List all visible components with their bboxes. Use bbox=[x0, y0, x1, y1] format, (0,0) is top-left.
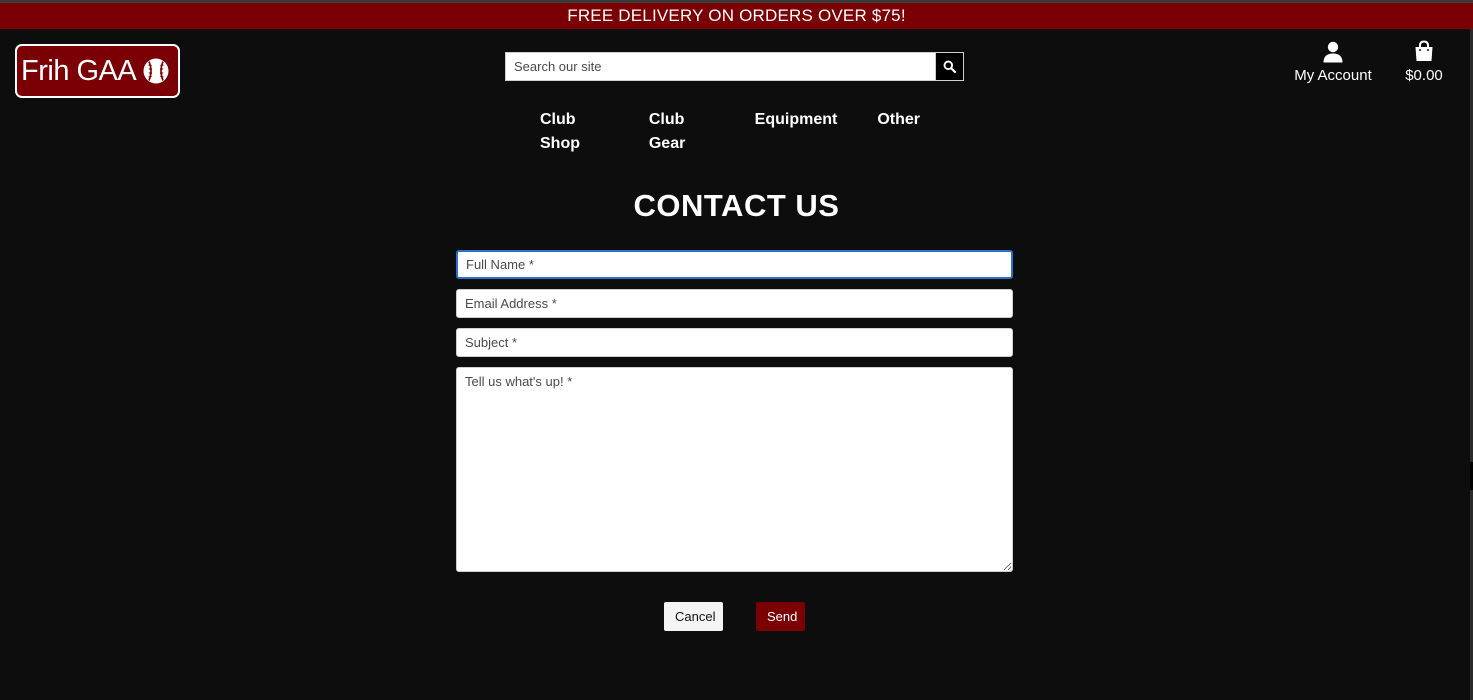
email-field[interactable] bbox=[456, 289, 1013, 318]
brand-name: Frih GAA bbox=[21, 54, 137, 87]
message-field[interactable] bbox=[456, 367, 1013, 572]
bag-total: $0.00 bbox=[1405, 67, 1443, 84]
sliotar-ball-icon bbox=[143, 58, 169, 84]
shopping-bag-link[interactable]: $0.00 bbox=[1398, 40, 1450, 90]
my-account-link[interactable]: My Account bbox=[1286, 40, 1380, 90]
brand-logo[interactable]: Frih GAA bbox=[15, 44, 180, 98]
nav-item-other[interactable]: Other bbox=[857, 108, 940, 134]
search-button[interactable] bbox=[935, 52, 964, 81]
page-title: CONTACT US bbox=[633, 188, 840, 223]
nav-item-equipment[interactable]: Equipment bbox=[735, 108, 858, 134]
shopping-bag-icon bbox=[1415, 40, 1433, 61]
nav-item-club-shop[interactable]: Club Shop bbox=[520, 108, 629, 152]
full-name-field[interactable] bbox=[456, 250, 1013, 279]
my-account-label: My Account bbox=[1294, 67, 1372, 84]
search-icon bbox=[943, 60, 956, 73]
cancel-button[interactable]: Cancel bbox=[664, 602, 723, 631]
promo-banner: FREE DELIVERY ON ORDERS OVER $75! bbox=[0, 3, 1473, 29]
search-form bbox=[505, 52, 964, 81]
subject-field[interactable] bbox=[456, 328, 1013, 357]
send-button[interactable]: Send bbox=[756, 602, 805, 631]
main-nav: Club Shop Club Gear Equipment Other bbox=[520, 108, 940, 152]
form-actions: Cancel Send bbox=[664, 602, 805, 631]
user-icon bbox=[1323, 41, 1343, 63]
nav-item-club-gear[interactable]: Club Gear bbox=[629, 108, 735, 152]
search-input[interactable] bbox=[505, 52, 935, 81]
page: FREE DELIVERY ON ORDERS OVER $75! Frih G… bbox=[0, 0, 1473, 700]
contact-form bbox=[456, 250, 1013, 572]
